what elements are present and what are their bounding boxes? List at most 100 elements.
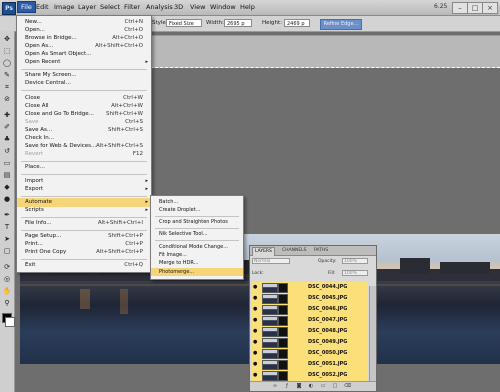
file-menu-item[interactable]: Print One Copy Alt+Shift+Ctrl+P bbox=[17, 248, 151, 257]
new-layer-icon[interactable]: □ bbox=[332, 383, 338, 389]
3d-orbit-icon[interactable]: ◎ bbox=[2, 275, 12, 284]
file-menu-dropdown: New... Ctrl+N Open... Ctrl+O Browse in Bri… bbox=[16, 15, 152, 273]
file-menu-item[interactable]: Open Recent ▸ bbox=[17, 58, 151, 67]
type-tool-icon[interactable]: T bbox=[2, 223, 12, 232]
healing-brush-icon[interactable]: ✚ bbox=[2, 111, 12, 120]
layer-thumbnail bbox=[262, 338, 278, 348]
close-icon[interactable]: × bbox=[482, 2, 498, 14]
menu-filter[interactable]: Filter bbox=[124, 3, 140, 11]
3d-rotate-icon[interactable]: ⟳ bbox=[2, 263, 12, 272]
mask-icon[interactable]: ◙ bbox=[296, 383, 302, 389]
opacity-label: Opacity: bbox=[318, 259, 337, 264]
brush-tool-icon[interactable]: ✐ bbox=[2, 123, 12, 132]
automate-item[interactable]: Nik Selective Tool... bbox=[151, 230, 243, 238]
menu-view[interactable]: View bbox=[190, 3, 205, 11]
eye-icon[interactable]: ● bbox=[253, 306, 259, 313]
dodge-tool-icon[interactable]: ● bbox=[2, 195, 12, 204]
eye-icon[interactable]: ● bbox=[253, 361, 259, 368]
menu-bar: Ps File Edit Image Layer Select Filter A… bbox=[0, 0, 500, 16]
eye-icon[interactable]: ● bbox=[253, 295, 259, 302]
height-label: Height: bbox=[262, 20, 283, 26]
automate-item[interactable]: Crop and Straighten Photos bbox=[151, 218, 243, 226]
layers-scrollbar[interactable] bbox=[369, 286, 376, 381]
file-menu-item[interactable]: Scripts ▸ bbox=[17, 206, 151, 215]
menu-separator bbox=[155, 228, 239, 229]
blur-tool-icon[interactable]: ◆ bbox=[2, 183, 12, 192]
mask-thumbnail bbox=[278, 338, 288, 348]
zoom-level[interactable]: 6.25 bbox=[434, 3, 447, 10]
menu-file[interactable]: File bbox=[17, 1, 36, 13]
menu-separator bbox=[155, 240, 239, 241]
menu-3d[interactable]: 3D bbox=[174, 3, 183, 11]
tools-panel: ✥ ⬚ ◯ ✎ ⌗ ⊘ ✚ ✐ ♣ ↺ ▭ ▤ ◆ ● ✒ T ➤ ▢ ⟳ ◎ … bbox=[0, 31, 15, 392]
automate-item[interactable]: Conditional Mode Change... bbox=[151, 243, 243, 251]
link-icon[interactable]: ∞ bbox=[272, 383, 278, 389]
folder-icon[interactable]: ▭ bbox=[320, 383, 326, 389]
menu-separator bbox=[21, 196, 147, 197]
menu-select[interactable]: Select bbox=[100, 3, 120, 11]
maximize-icon[interactable]: □ bbox=[467, 2, 483, 14]
blend-mode-select[interactable]: Normal bbox=[252, 258, 290, 264]
menu-image[interactable]: Image bbox=[54, 3, 74, 11]
fill-field[interactable]: 100% bbox=[342, 270, 368, 276]
menu-analysis[interactable]: Analysis bbox=[146, 3, 173, 11]
automate-item[interactable]: Batch... bbox=[151, 198, 243, 206]
automate-item[interactable]: Fit Image... bbox=[151, 251, 243, 259]
eye-icon[interactable]: ● bbox=[253, 284, 259, 291]
mask-thumbnail bbox=[278, 371, 288, 381]
height-field[interactable]: 2469 p bbox=[284, 19, 310, 27]
minimize-icon[interactable]: – bbox=[452, 2, 468, 14]
menu-edit[interactable]: Edit bbox=[36, 3, 49, 11]
width-field[interactable]: 2695 p bbox=[224, 19, 252, 27]
tab-channels[interactable]: CHANNELS bbox=[280, 247, 309, 255]
layers-panel-footer: ∞ ƒ ◙ ◐ ▭ □ ⌫ bbox=[250, 381, 376, 391]
eye-icon[interactable]: ● bbox=[253, 317, 259, 324]
trash-icon[interactable]: ⌫ bbox=[344, 383, 351, 389]
refine-edge-button[interactable]: Refine Edge... bbox=[320, 19, 362, 30]
mask-thumbnail bbox=[278, 360, 288, 370]
file-menu-item[interactable]: Exit Ctrl+Q bbox=[17, 261, 151, 270]
adjustment-icon[interactable]: ◐ bbox=[308, 383, 314, 389]
eye-icon[interactable]: ● bbox=[253, 350, 259, 357]
menu-layer[interactable]: Layer bbox=[78, 3, 96, 11]
file-menu-item[interactable]: File Info... Alt+Shift+Ctrl+I bbox=[17, 219, 151, 228]
eye-icon[interactable]: ● bbox=[253, 328, 259, 335]
eye-icon[interactable]: ● bbox=[253, 372, 259, 379]
history-brush-icon[interactable]: ↺ bbox=[2, 147, 12, 156]
file-menu-item[interactable]: Device Central... bbox=[17, 79, 151, 88]
layer-thumbnail bbox=[262, 360, 278, 370]
clone-stamp-icon[interactable]: ♣ bbox=[2, 135, 12, 144]
fill-label: Fill: bbox=[328, 271, 336, 276]
menu-separator bbox=[21, 161, 147, 162]
pen-tool-icon[interactable]: ✒ bbox=[2, 211, 12, 220]
eraser-icon[interactable]: ▭ bbox=[2, 159, 12, 168]
opacity-field[interactable]: 100% bbox=[342, 258, 368, 264]
automate-item-photomerge[interactable]: Photomerge... bbox=[151, 268, 243, 276]
gradient-tool-icon[interactable]: ▤ bbox=[2, 171, 12, 180]
file-menu-item[interactable]: Export ▸ bbox=[17, 185, 151, 194]
zoom-tool-icon[interactable]: ⚲ bbox=[2, 299, 12, 308]
shape-tool-icon[interactable]: ▢ bbox=[2, 247, 12, 256]
menu-help[interactable]: Help bbox=[240, 3, 255, 11]
menu-window[interactable]: Window bbox=[210, 3, 236, 11]
lasso-tool-icon[interactable]: ◯ bbox=[2, 59, 12, 68]
file-menu-item[interactable]: Place... bbox=[17, 163, 151, 172]
tab-layers[interactable]: LAYERS bbox=[252, 247, 275, 256]
tab-paths[interactable]: PATHS bbox=[312, 247, 330, 255]
automate-item[interactable]: Merge to HDR... bbox=[151, 259, 243, 267]
hand-tool-icon[interactable]: ✋ bbox=[2, 287, 12, 296]
automate-item[interactable]: Create Droplet... bbox=[151, 206, 243, 214]
style-select[interactable]: Fixed Size bbox=[166, 19, 202, 27]
eye-icon[interactable]: ● bbox=[253, 339, 259, 346]
menu-separator bbox=[21, 217, 147, 218]
layer-thumbnail bbox=[262, 283, 278, 293]
fx-icon[interactable]: ƒ bbox=[284, 383, 290, 389]
mask-thumbnail bbox=[278, 294, 288, 304]
marquee-tool-icon[interactable]: ⬚ bbox=[2, 47, 12, 56]
move-tool-icon[interactable]: ✥ bbox=[2, 35, 12, 44]
quick-select-icon[interactable]: ✎ bbox=[2, 71, 12, 80]
path-select-icon[interactable]: ➤ bbox=[2, 235, 12, 244]
background-color-swatch[interactable] bbox=[5, 317, 15, 327]
crop-tool-icon[interactable]: ⌗ bbox=[2, 83, 12, 92]
eyedropper-icon[interactable]: ⊘ bbox=[2, 95, 12, 104]
